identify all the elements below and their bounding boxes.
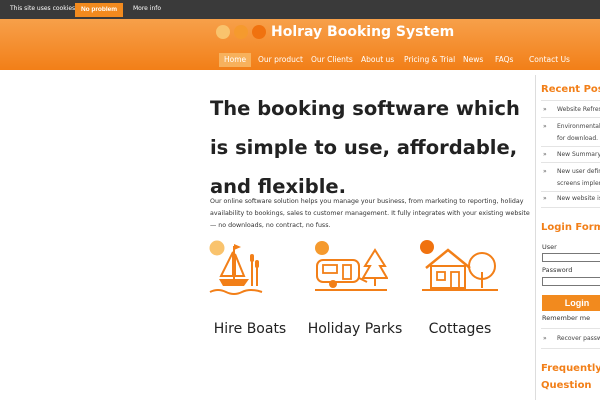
page-headline: The booking software which is simple to … bbox=[210, 97, 520, 198]
post-item[interactable]: » New user defin… screens implem… bbox=[541, 166, 600, 190]
site-header: Holray Booking System Home Our product O… bbox=[0, 19, 600, 70]
nav-item-contact-us[interactable]: Contact Us bbox=[529, 53, 570, 67]
cookie-bar: This site uses cookies No problem More i… bbox=[0, 0, 600, 19]
feature-label-cottages[interactable]: Cottages bbox=[410, 316, 510, 342]
password-label: Password bbox=[542, 266, 573, 274]
nav-item-about-us[interactable]: About us bbox=[361, 53, 394, 67]
divider bbox=[541, 162, 600, 163]
username-input[interactable] bbox=[542, 253, 600, 262]
cookie-more-info-link[interactable]: More info bbox=[133, 5, 161, 12]
post-item[interactable]: » Environmental … for download. bbox=[541, 121, 600, 145]
chevron-right-icon: » bbox=[543, 151, 547, 158]
recent-posts-heading: Recent Posts bbox=[541, 84, 600, 95]
logo-dot-mid bbox=[234, 25, 248, 39]
logo-dot-light bbox=[216, 25, 230, 39]
faq-heading-line-2: Question bbox=[541, 380, 592, 391]
login-form-heading: Login Form bbox=[541, 222, 600, 233]
cottage-icon[interactable] bbox=[418, 240, 500, 296]
divider bbox=[541, 191, 600, 192]
faq-heading: Frequently Asked bbox=[541, 363, 600, 374]
page: This site uses cookies No problem More i… bbox=[0, 0, 600, 400]
divider bbox=[541, 207, 600, 208]
nav-item-our-clients[interactable]: Our Clients bbox=[311, 53, 353, 67]
divider bbox=[541, 100, 600, 101]
divider bbox=[541, 348, 600, 349]
cookie-accept-button[interactable]: No problem bbox=[75, 3, 123, 17]
post-item[interactable]: » Website Refresh bbox=[541, 104, 600, 116]
user-label: User bbox=[542, 243, 557, 251]
nav-item-faqs[interactable]: FAQs bbox=[495, 53, 513, 67]
login-button[interactable]: Login bbox=[542, 295, 600, 311]
chevron-right-icon: » bbox=[543, 335, 547, 342]
chevron-right-icon: » bbox=[543, 123, 547, 130]
password-input[interactable] bbox=[542, 277, 600, 286]
divider bbox=[541, 117, 600, 118]
chevron-right-icon: » bbox=[543, 106, 547, 113]
boat-icon[interactable] bbox=[208, 240, 264, 296]
nav-item-our-product[interactable]: Our product bbox=[258, 53, 303, 67]
divider bbox=[541, 146, 600, 147]
caravan-icon[interactable] bbox=[313, 240, 388, 296]
sidebar: Recent Posts » Website Refresh » Environ… bbox=[535, 75, 600, 400]
recover-password-link[interactable]: » Recover password bbox=[541, 333, 600, 345]
feature-label-holiday-parks[interactable]: Holiday Parks bbox=[305, 316, 405, 342]
intro-paragraph: Our online software solution helps you m… bbox=[210, 198, 530, 229]
feature-label-hire-boats[interactable]: Hire Boats bbox=[200, 316, 300, 342]
logo-dot-dark bbox=[252, 25, 266, 39]
chevron-right-icon: » bbox=[543, 195, 547, 202]
nav-item-news[interactable]: News bbox=[463, 53, 483, 67]
post-item[interactable]: » New website is … bbox=[541, 193, 600, 205]
cookie-message: This site uses cookies bbox=[10, 5, 76, 12]
chevron-right-icon: » bbox=[543, 168, 547, 175]
remember-me-checkbox[interactable]: Remember me bbox=[542, 314, 590, 322]
nav-item-home[interactable]: Home bbox=[219, 53, 252, 67]
post-item[interactable]: » New Summary … bbox=[541, 149, 600, 161]
site-title[interactable]: Holray Booking System bbox=[271, 24, 454, 40]
nav-item-pricing-trial[interactable]: Pricing & Trial bbox=[404, 53, 455, 67]
divider bbox=[541, 328, 600, 329]
